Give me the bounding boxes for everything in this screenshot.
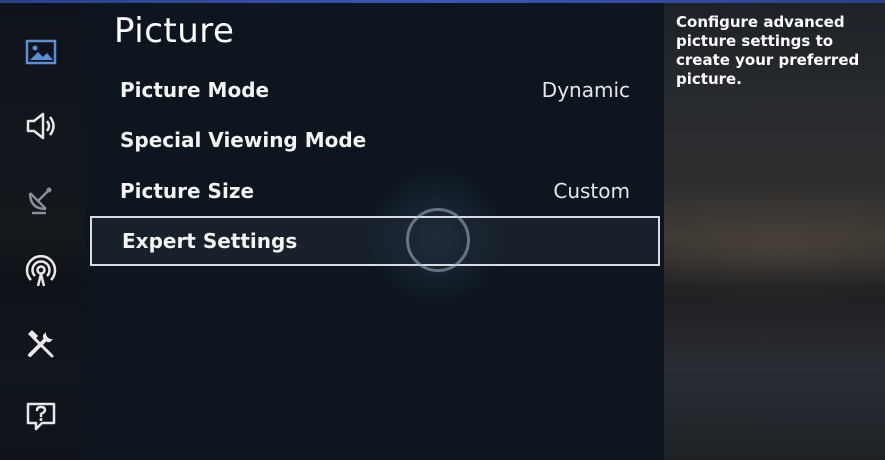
sidebar-item-network[interactable] — [20, 251, 62, 293]
settings-sidebar — [0, 3, 86, 460]
support-question-icon — [26, 402, 56, 431]
picture-settings-panel: Picture Picture Mode Dynamic Special Vie… — [86, 3, 664, 460]
tools-icon — [28, 330, 54, 358]
sidebar-item-picture[interactable] — [20, 31, 62, 73]
menu-item-picture-mode[interactable]: Picture Mode Dynamic — [90, 65, 660, 115]
loading-ring-icon — [406, 208, 470, 272]
menu-item-picture-size[interactable]: Picture Size Custom — [90, 166, 660, 216]
sidebar-item-system[interactable] — [20, 323, 62, 365]
sidebar-item-support[interactable] — [20, 395, 62, 437]
menu-item-label: Picture Mode — [120, 78, 270, 102]
menu-item-value: Dynamic — [541, 78, 630, 102]
menu-item-expert-settings[interactable]: Expert Settings — [90, 216, 660, 266]
picture-icon — [25, 39, 57, 65]
sidebar-item-broadcasting[interactable] — [20, 179, 62, 221]
sidebar-item-sound[interactable] — [20, 105, 62, 147]
menu-item-label: Picture Size — [120, 179, 255, 203]
speaker-icon — [26, 112, 55, 140]
menu-item-value: Custom — [553, 179, 630, 203]
page-title: Picture — [114, 11, 235, 51]
description-panel: Configure advanced picture settings to c… — [664, 3, 885, 460]
broadcast-signal-icon — [25, 255, 57, 287]
menu-item-label: Expert Settings — [122, 229, 298, 253]
satellite-dish-icon — [28, 187, 52, 215]
menu-item-label: Special Viewing Mode — [120, 128, 367, 152]
menu-item-special-viewing-mode[interactable]: Special Viewing Mode — [90, 115, 660, 165]
setting-description: Configure advanced picture settings to c… — [676, 13, 860, 88]
